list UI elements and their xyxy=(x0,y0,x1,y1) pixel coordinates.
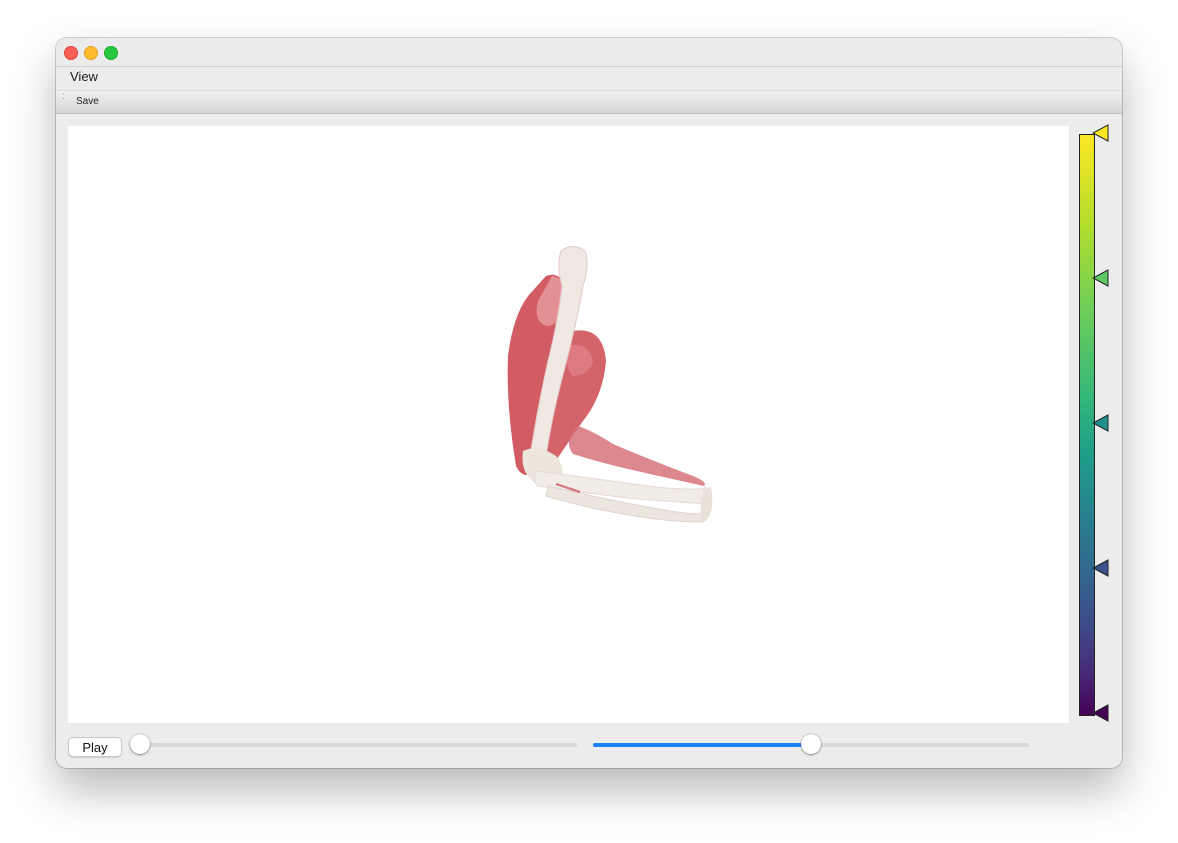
arm-model xyxy=(507,246,713,523)
colorbar-handle-2[interactable] xyxy=(1092,269,1110,287)
colorbar-handle-5[interactable] xyxy=(1092,704,1110,722)
colorbar-handle-1[interactable] xyxy=(1092,124,1110,142)
frame-slider-thumb[interactable] xyxy=(130,734,150,754)
menu-bar: View xyxy=(56,67,1122,91)
menu-view[interactable]: View xyxy=(70,69,98,84)
title-bar xyxy=(56,38,1122,67)
colorbar-handle-4[interactable] xyxy=(1092,559,1110,577)
forearm-muscle xyxy=(569,426,705,486)
3d-viewport[interactable] xyxy=(68,126,1069,723)
frame-slider-track xyxy=(140,743,577,747)
app-window: View : Save Play xyxy=(56,38,1122,768)
colorbar-editor xyxy=(1072,124,1116,728)
close-button[interactable] xyxy=(64,46,78,60)
colorbar-handle-3[interactable] xyxy=(1092,414,1110,432)
frame-slider[interactable] xyxy=(130,734,577,755)
secondary-slider-fill xyxy=(593,743,811,747)
save-button[interactable]: Save xyxy=(76,96,99,107)
play-button[interactable]: Play xyxy=(68,737,122,757)
minimize-button[interactable] xyxy=(84,46,98,60)
zoom-button[interactable] xyxy=(104,46,118,60)
toolbar: : Save xyxy=(56,91,1122,114)
secondary-slider-thumb[interactable] xyxy=(801,734,821,754)
toolbar-grip-icon[interactable]: : xyxy=(62,92,65,102)
secondary-slider[interactable] xyxy=(593,734,1029,755)
